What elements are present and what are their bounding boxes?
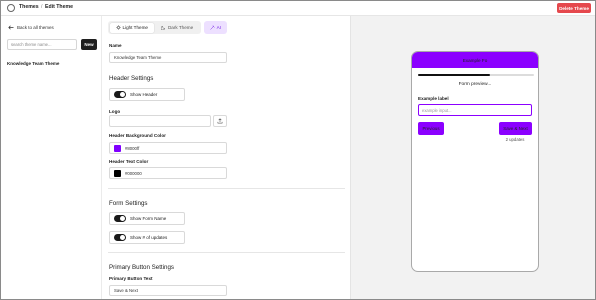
previous-button[interactable]: Previous	[418, 122, 444, 135]
header-text-swatch[interactable]	[114, 169, 121, 177]
theme-mode-tabs: Light Theme Dark Theme AI	[108, 21, 227, 34]
form-preview-text: Form preview...	[458, 82, 492, 87]
app-window: Themes / Edit Theme Delete Theme Back to…	[0, 0, 596, 300]
header-text-color-label: Header Text Color	[109, 159, 149, 164]
show-header-label: Show Header	[130, 92, 158, 97]
show-form-name-toggle[interactable]	[114, 215, 126, 222]
breadcrumb-separator: /	[41, 4, 43, 10]
show-updates-toggle[interactable]	[114, 234, 126, 241]
primary-button-text-label: Primary Button Text	[109, 276, 153, 281]
back-to-themes-link[interactable]: Back to all themes	[8, 25, 54, 30]
magic-wand-icon	[209, 25, 215, 30]
name-label: Name	[109, 43, 122, 48]
preview-panel: Example Fo Form preview... Example label…	[351, 16, 595, 299]
logo-label: Logo	[109, 109, 121, 114]
example-input[interactable]	[418, 104, 532, 116]
header-bg-swatch[interactable]	[114, 144, 121, 152]
tab-ai[interactable]: AI	[203, 21, 227, 34]
arrow-left-icon	[8, 25, 14, 30]
primary-button-settings-heading: Primary Button Settings	[109, 264, 174, 271]
tab-dark-theme[interactable]: Dark Theme	[155, 23, 199, 33]
header-text-color-field[interactable]: #000000	[109, 167, 227, 179]
show-header-toggle[interactable]	[114, 91, 126, 98]
theme-editor: Light Theme Dark Theme AI Name Knowledge…	[102, 16, 351, 299]
upload-icon	[217, 118, 223, 124]
logo-upload-button[interactable]	[213, 115, 227, 127]
show-form-name-toggle-row[interactable]: Show Form Name	[109, 212, 185, 225]
app-logo-icon[interactable]	[7, 4, 15, 12]
theme-list-item[interactable]: Knowledge Team Theme	[7, 61, 59, 66]
example-label: Example label	[418, 96, 449, 101]
show-updates-label: Show # of updates	[130, 235, 168, 240]
tab-dark-label: Dark Theme	[167, 25, 194, 30]
preview-header-title: Example Fo	[462, 57, 488, 63]
sun-icon	[115, 25, 121, 30]
section-divider	[108, 188, 345, 189]
show-updates-toggle-row[interactable]: Show # of updates	[109, 231, 185, 244]
show-header-toggle-row[interactable]: Show Header	[109, 88, 185, 101]
header-text-color-value: #000000	[125, 170, 142, 176]
new-theme-button[interactable]: New	[81, 39, 97, 50]
top-bar: Themes / Edit Theme Delete Theme	[1, 1, 595, 16]
updates-count: 2 updates	[505, 137, 525, 142]
delete-theme-button[interactable]: Delete Theme	[557, 3, 591, 13]
primary-button-text-field[interactable]: Save & Next	[109, 285, 227, 296]
theme-tab-group: Light Theme Dark Theme	[108, 21, 201, 34]
tab-light-label: Light Theme	[122, 25, 148, 30]
moon-icon	[160, 25, 165, 30]
header-bg-color-value: #8000ff	[125, 145, 140, 151]
back-link-label: Back to all themes	[17, 25, 54, 30]
theme-name-field[interactable]: Knowledge Team Theme	[109, 52, 227, 63]
save-next-button[interactable]: Save & Next	[499, 122, 532, 135]
phone-preview: Example Fo Form preview... Example label…	[411, 51, 539, 272]
breadcrumb-edit-theme: Edit Theme	[45, 4, 73, 10]
tab-light-theme[interactable]: Light Theme	[109, 22, 154, 33]
form-settings-heading: Form Settings	[109, 200, 148, 207]
sidebar: Back to all themes New Knowledge Team Th…	[1, 16, 102, 299]
header-settings-heading: Header Settings	[109, 75, 154, 82]
preview-header: Example Fo	[412, 52, 538, 68]
theme-search-input[interactable]	[7, 39, 77, 50]
preview-progress-fill	[418, 74, 490, 76]
logo-input[interactable]	[109, 115, 211, 127]
section-divider	[108, 252, 345, 253]
breadcrumb-themes[interactable]: Themes	[19, 4, 39, 10]
header-bg-color-field[interactable]: #8000ff	[109, 142, 227, 154]
header-bg-color-label: Header Background Color	[109, 133, 166, 138]
tab-ai-label: AI	[216, 25, 221, 30]
show-form-name-label: Show Form Name	[130, 216, 167, 221]
preview-progress-bar	[418, 74, 534, 76]
